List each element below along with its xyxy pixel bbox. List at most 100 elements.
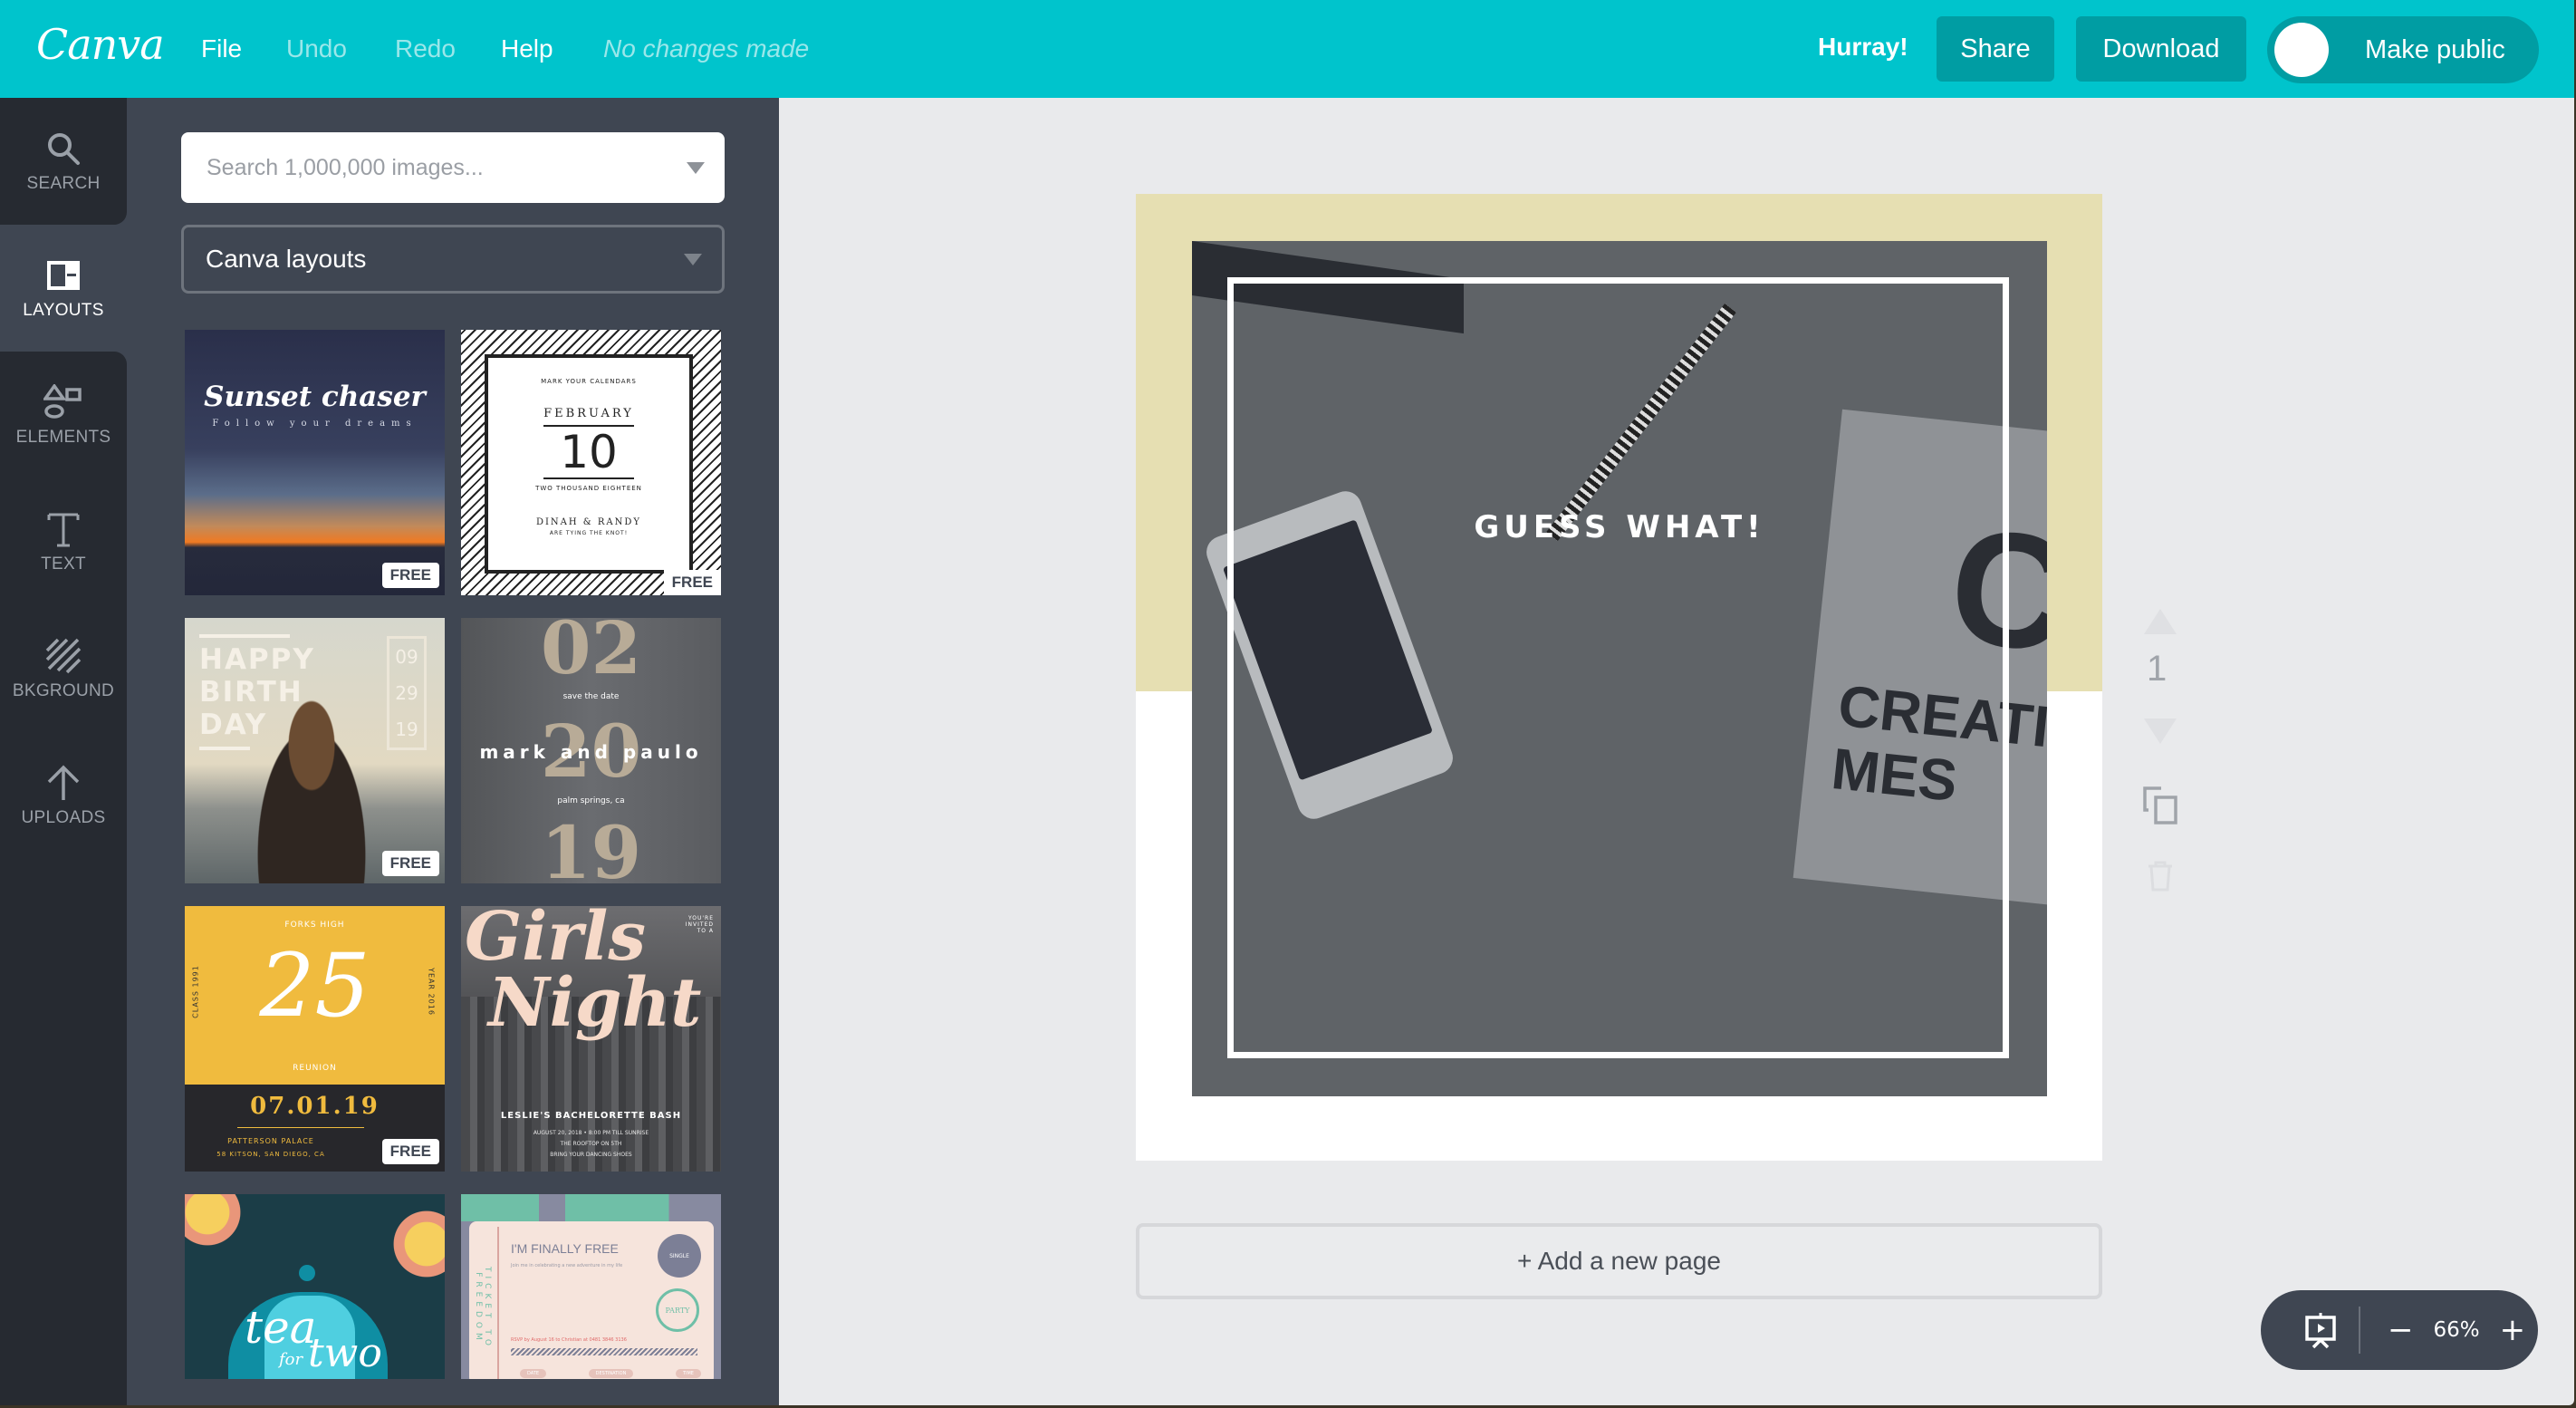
thumb-rule — [199, 634, 290, 638]
thumb-text: mark and paulo — [479, 741, 703, 763]
thumb-line: AUGUST 20, 2018 • 8:00 PM TILL SUNRISE — [533, 1130, 649, 1136]
share-button[interactable]: Share — [1937, 16, 2054, 82]
rail-item-background[interactable]: BKGROUND — [0, 605, 127, 732]
ticket-fields: DATE DESTINATION TIME — [520, 1369, 701, 1378]
zoom-separator — [2359, 1307, 2360, 1354]
thumb-text: HAPPY BIRTH DAY — [199, 643, 315, 741]
zoom-controls: − 66% + — [2261, 1290, 2538, 1370]
rail-item-text[interactable]: TEXT — [0, 478, 127, 605]
flower-decoration — [390, 1203, 445, 1285]
page-number: 1 — [2147, 649, 2167, 689]
thumb-text: YEAR 2016 — [427, 968, 436, 1016]
thumb-text: SINGLE — [658, 1234, 701, 1278]
canva-editor-window: Canva File Undo Redo Help No changes mad… — [0, 0, 2574, 1405]
ticket-card: TICKET TO FREEDOM I'M FINALLY FREE Join … — [469, 1221, 714, 1379]
thumb-text: palm springs, ca — [557, 796, 625, 805]
thumb-line: 29 — [395, 682, 418, 704]
layout-thumb-reunion-25[interactable]: FORKS HIGH 25 CLASS 1991 YEAR 2016 REUNI… — [185, 906, 445, 1172]
menu-undo[interactable]: Undo — [286, 34, 347, 63]
thumb-rule — [199, 747, 250, 750]
thumb-text: for — [279, 1350, 303, 1369]
thumb-text: 10 — [543, 425, 634, 479]
duplicate-page-icon[interactable] — [2143, 786, 2179, 825]
thumb-text: PARTY — [656, 1288, 699, 1332]
shapes-icon — [43, 382, 83, 422]
zoom-out-button[interactable]: − — [2388, 1312, 2414, 1348]
thumb-text: 07.01.19 — [250, 1093, 380, 1120]
thumb-text: PATTERSON PALACE — [227, 1137, 314, 1145]
layout-thumb-ticket-to-freedom[interactable]: TICKET TO FREEDOM I'M FINALLY FREE Join … — [461, 1194, 721, 1379]
menu-file[interactable]: File — [201, 34, 242, 63]
rail-label: UPLOADS — [21, 808, 106, 827]
layout-source-value: Canva layouts — [206, 245, 367, 273]
delete-page-icon[interactable] — [2147, 861, 2174, 892]
rail-label: TEXT — [41, 555, 86, 574]
layout-thumb-girls-night[interactable]: Girls Night YOU'RE INVITED TO A LESLIE'S… — [461, 906, 721, 1172]
background-icon — [43, 636, 83, 676]
make-public-label: Make public — [2365, 34, 2505, 64]
layout-thumb-sunset-chaser[interactable]: Sunset chaser Follow your dreams FREE — [185, 330, 445, 595]
thumb-line: HAPPY — [199, 643, 315, 676]
thumb-line: BRING YOUR DANCING SHOES — [550, 1152, 632, 1158]
thumb-text: two — [308, 1330, 382, 1376]
thumb-text: Night — [488, 964, 702, 1042]
thumb-rule — [237, 1127, 364, 1128]
rail-item-elements[interactable]: ELEMENTS — [0, 352, 127, 478]
thumb-text: Join me in celebrating a new adventure i… — [511, 1263, 623, 1268]
thumb-text: CLASS 1991 — [191, 965, 200, 1018]
desk-photo[interactable]: C CREATI MES GUESS WHAT! — [1192, 241, 2047, 1096]
thumb-field: DATE — [520, 1369, 547, 1378]
thumb-line: 09 — [395, 646, 418, 668]
rail-item-search[interactable]: SEARCH — [0, 98, 127, 225]
layout-thumb-tea-for-two[interactable]: tea for two — [185, 1194, 445, 1379]
flower-decoration — [185, 1194, 248, 1249]
add-page-button[interactable]: + Add a new page — [1136, 1223, 2102, 1299]
thumb-line: BIRTH — [199, 676, 303, 709]
thumb-text: MARK YOUR CALENDARS — [541, 378, 637, 385]
layout-source-select[interactable]: Canva layouts — [181, 225, 725, 294]
image-search-box[interactable] — [181, 132, 725, 203]
thumb-card: MARK YOUR CALENDARS FEBRUARY 10 TWO THOU… — [485, 354, 693, 574]
thumb-text: LESLIE'S BACHELORETTE BASH — [500, 1111, 682, 1121]
thumb-field: TIME — [675, 1369, 701, 1378]
layout-thumb-happy-birthday[interactable]: HAPPY BIRTH DAY 09 29 19 FREE — [185, 618, 445, 883]
page-down-icon[interactable] — [2144, 718, 2177, 744]
thumb-text: TWO THOUSAND EIGHTEEN — [535, 485, 642, 492]
zoom-in-button[interactable]: + — [2500, 1312, 2526, 1348]
free-badge: FREE — [381, 563, 439, 588]
upload-arrow-icon — [43, 763, 83, 803]
layout-thumb-february-10[interactable]: MARK YOUR CALENDARS FEBRUARY 10 TWO THOU… — [461, 330, 721, 595]
thumb-text: AUGUST 20, 2018 • 8:00 PM TILL SUNRISE T… — [461, 1128, 721, 1161]
thumb-text: I'M FINALLY FREE — [511, 1241, 619, 1256]
page-up-icon[interactable] — [2144, 609, 2177, 634]
rail-item-uploads[interactable]: UPLOADS — [0, 732, 127, 859]
chevron-down-icon[interactable] — [687, 161, 705, 174]
present-icon[interactable] — [2293, 1311, 2348, 1349]
make-public-toggle[interactable]: Make public — [2267, 16, 2539, 83]
left-rail: SEARCH LAYOUTS ELEMENTS TEXT BKGROUND UP… — [0, 98, 127, 1405]
design-page[interactable]: C CREATI MES GUESS WHAT! — [1136, 194, 2102, 1161]
thumb-line: THE ROOFTOP ON 5TH — [560, 1141, 622, 1147]
layouts-panel: Canva layouts Sunset chaser Follow your … — [127, 98, 779, 1405]
top-bar: Canva File Undo Redo Help No changes mad… — [0, 0, 2574, 98]
text-icon — [43, 509, 83, 549]
thumb-text: REUNION — [293, 1064, 337, 1073]
thumb-text: DINAH & RANDY — [535, 517, 642, 527]
thumb-field: DESTINATION — [588, 1369, 634, 1378]
thumb-date: 09 29 19 — [387, 636, 427, 750]
rail-item-layouts[interactable]: LAYOUTS — [0, 225, 127, 352]
thumb-text: 25 — [259, 935, 370, 1037]
thumb-line: DAY — [199, 709, 268, 741]
menu-help[interactable]: Help — [501, 34, 553, 63]
menu-redo[interactable]: Redo — [395, 34, 456, 63]
headline-text[interactable]: GUESS WHAT! — [1192, 509, 2047, 545]
layout-thumb-mark-and-paulo[interactable]: 02 save the date 20 mark and paulo palm … — [461, 618, 721, 883]
thumb-text: 58 KITSON, SAN DIEGO, CA — [216, 1151, 325, 1158]
search-input[interactable] — [207, 154, 659, 181]
thumb-text: 19 — [540, 810, 642, 883]
download-button[interactable]: Download — [2076, 16, 2246, 82]
zoom-level[interactable]: 66% — [2434, 1318, 2480, 1342]
white-frame[interactable] — [1227, 277, 2009, 1058]
canva-logo[interactable]: Canva — [36, 20, 165, 69]
thumb-text: FEBRUARY — [543, 407, 634, 420]
